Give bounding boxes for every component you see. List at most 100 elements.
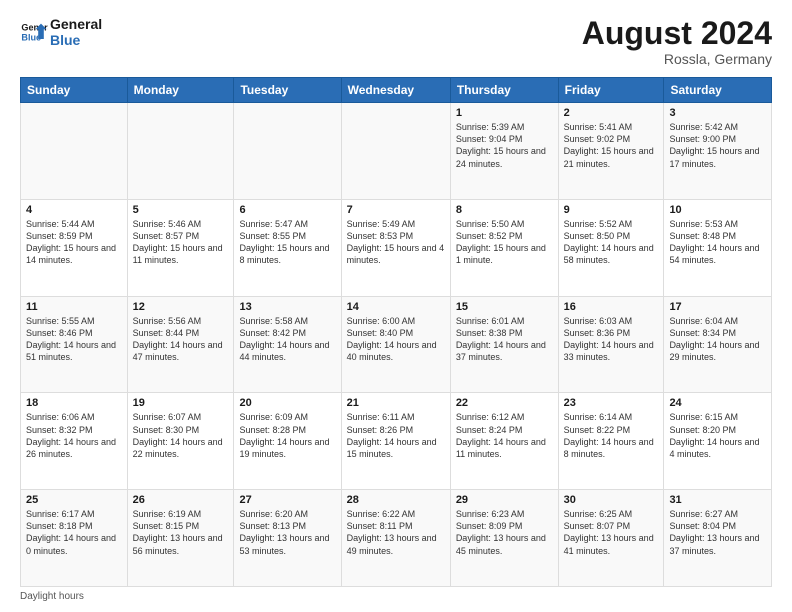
calendar-cell: 13 Sunrise: 5:58 AMSunset: 8:42 PMDayligh…: [234, 296, 341, 393]
day-info: Sunrise: 6:12 AMSunset: 8:24 PMDaylight:…: [456, 411, 553, 460]
logo: General Blue General Blue: [20, 16, 102, 48]
day-number: 4: [26, 204, 122, 216]
logo-text: General Blue: [50, 16, 102, 48]
calendar-cell: 1 Sunrise: 5:39 AMSunset: 9:04 PMDaylight…: [450, 103, 558, 200]
calendar-table: SundayMondayTuesdayWednesdayThursdayFrid…: [20, 77, 772, 587]
day-number: 21: [347, 397, 445, 409]
day-number: 7: [347, 204, 445, 216]
day-number: 6: [239, 204, 335, 216]
calendar-header-row: SundayMondayTuesdayWednesdayThursdayFrid…: [21, 78, 772, 103]
day-info: Sunrise: 5:46 AMSunset: 8:57 PMDaylight:…: [133, 218, 229, 267]
day-number: 1: [456, 107, 553, 119]
calendar: SundayMondayTuesdayWednesdayThursdayFrid…: [20, 77, 772, 587]
title-section: August 2024 Rossla, Germany: [582, 16, 772, 67]
calendar-cell: 20 Sunrise: 6:09 AMSunset: 8:28 PMDayligh…: [234, 393, 341, 490]
day-number: 29: [456, 494, 553, 506]
day-info: Sunrise: 6:03 AMSunset: 8:36 PMDaylight:…: [564, 315, 659, 364]
day-header: Tuesday: [234, 78, 341, 103]
day-info: Sunrise: 6:06 AMSunset: 8:32 PMDaylight:…: [26, 411, 122, 460]
location: Rossla, Germany: [582, 51, 772, 67]
calendar-cell: 27Sunrise: 6:20 AMSunset: 8:13 PMDayligh…: [234, 490, 341, 587]
day-number: 22: [456, 397, 553, 409]
day-number: 25: [26, 494, 122, 506]
day-info: Sunrise: 6:23 AMSunset: 8:09 PMDaylight:…: [456, 508, 553, 557]
day-header: Thursday: [450, 78, 558, 103]
day-number: 13: [239, 301, 335, 313]
day-info: Sunrise: 5:39 AMSunset: 9:04 PMDaylight:…: [456, 121, 553, 170]
day-header: Friday: [558, 78, 664, 103]
calendar-cell: 18 Sunrise: 6:06 AMSunset: 8:32 PMDayligh…: [21, 393, 128, 490]
day-info: Sunrise: 6:19 AMSunset: 8:15 PMDaylight:…: [133, 508, 229, 557]
svg-text:Blue: Blue: [21, 32, 41, 42]
day-info: Sunrise: 6:07 AMSunset: 8:30 PMDaylight:…: [133, 411, 229, 460]
day-info: Sunrise: 6:00 AMSunset: 8:40 PMDaylight:…: [347, 315, 445, 364]
day-info: Sunrise: 6:17 AMSunset: 8:18 PMDaylight:…: [26, 508, 122, 557]
day-info: Sunrise: 5:55 AMSunset: 8:46 PMDaylight:…: [26, 315, 122, 364]
calendar-cell: 29 Sunrise: 6:23 AMSunset: 8:09 PMDayligh…: [450, 490, 558, 587]
calendar-cell: 4 Sunrise: 5:44 AMSunset: 8:59 PMDaylight…: [21, 199, 128, 296]
calendar-cell: 10 Sunrise: 5:53 AMSunset: 8:48 PMDayligh…: [664, 199, 772, 296]
day-number: 20: [239, 397, 335, 409]
calendar-cell: 7Sunrise: 5:49 AMSunset: 8:53 PMDaylight…: [341, 199, 450, 296]
month-year: August 2024: [582, 16, 772, 51]
calendar-cell: 30 Sunrise: 6:25 AMSunset: 8:07 PMDayligh…: [558, 490, 664, 587]
calendar-cell: [234, 103, 341, 200]
day-header: Saturday: [664, 78, 772, 103]
day-info: Sunrise: 6:20 AMSunset: 8:13 PMDaylight:…: [239, 508, 335, 557]
day-info: Sunrise: 5:50 AMSunset: 8:52 PMDaylight:…: [456, 218, 553, 267]
day-number: 30: [564, 494, 659, 506]
calendar-cell: 31Sunrise: 6:27 AMSunset: 8:04 PMDayligh…: [664, 490, 772, 587]
day-info: Sunrise: 6:11 AMSunset: 8:26 PMDaylight:…: [347, 411, 445, 460]
calendar-cell: 15 Sunrise: 6:01 AMSunset: 8:38 PMDayligh…: [450, 296, 558, 393]
day-info: Sunrise: 6:09 AMSunset: 8:28 PMDaylight:…: [239, 411, 335, 460]
calendar-cell: [127, 103, 234, 200]
day-info: Sunrise: 6:22 AMSunset: 8:11 PMDaylight:…: [347, 508, 445, 557]
day-info: Sunrise: 6:01 AMSunset: 8:38 PMDaylight:…: [456, 315, 553, 364]
day-info: Sunrise: 5:41 AMSunset: 9:02 PMDaylight:…: [564, 121, 659, 170]
day-number: 19: [133, 397, 229, 409]
calendar-cell: 22 Sunrise: 6:12 AMSunset: 8:24 PMDayligh…: [450, 393, 558, 490]
day-number: 17: [669, 301, 766, 313]
calendar-cell: [341, 103, 450, 200]
page: General Blue General Blue August 2024 Ro…: [0, 0, 792, 612]
day-info: Sunrise: 5:47 AMSunset: 8:55 PMDaylight:…: [239, 218, 335, 267]
day-number: 24: [669, 397, 766, 409]
calendar-cell: 23 Sunrise: 6:14 AMSunset: 8:22 PMDayligh…: [558, 393, 664, 490]
calendar-week-row: 18 Sunrise: 6:06 AMSunset: 8:32 PMDayligh…: [21, 393, 772, 490]
day-number: 14: [347, 301, 445, 313]
day-header: Sunday: [21, 78, 128, 103]
day-number: 12: [133, 301, 229, 313]
day-info: Sunrise: 5:44 AMSunset: 8:59 PMDaylight:…: [26, 218, 122, 267]
calendar-cell: 6 Sunrise: 5:47 AMSunset: 8:55 PMDaylight…: [234, 199, 341, 296]
day-number: 2: [564, 107, 659, 119]
calendar-cell: 12 Sunrise: 5:56 AMSunset: 8:44 PMDayligh…: [127, 296, 234, 393]
calendar-cell: 25 Sunrise: 6:17 AMSunset: 8:18 PMDayligh…: [21, 490, 128, 587]
calendar-cell: 21 Sunrise: 6:11 AMSunset: 8:26 PMDayligh…: [341, 393, 450, 490]
day-number: 23: [564, 397, 659, 409]
calendar-cell: 8Sunrise: 5:50 AMSunset: 8:52 PMDaylight…: [450, 199, 558, 296]
calendar-cell: 17Sunrise: 6:04 AMSunset: 8:34 PMDayligh…: [664, 296, 772, 393]
footer-note: Daylight hours: [20, 591, 772, 602]
day-number: 16: [564, 301, 659, 313]
calendar-cell: 11Sunrise: 5:55 AMSunset: 8:46 PMDayligh…: [21, 296, 128, 393]
calendar-cell: 24 Sunrise: 6:15 AMSunset: 8:20 PMDayligh…: [664, 393, 772, 490]
day-info: Sunrise: 5:58 AMSunset: 8:42 PMDaylight:…: [239, 315, 335, 364]
day-number: 18: [26, 397, 122, 409]
day-number: 31: [669, 494, 766, 506]
day-info: Sunrise: 6:25 AMSunset: 8:07 PMDaylight:…: [564, 508, 659, 557]
day-number: 15: [456, 301, 553, 313]
calendar-week-row: 11Sunrise: 5:55 AMSunset: 8:46 PMDayligh…: [21, 296, 772, 393]
day-number: 5: [133, 204, 229, 216]
day-number: 28: [347, 494, 445, 506]
day-info: Sunrise: 6:14 AMSunset: 8:22 PMDaylight:…: [564, 411, 659, 460]
day-number: 9: [564, 204, 659, 216]
calendar-cell: 28 Sunrise: 6:22 AMSunset: 8:11 PMDayligh…: [341, 490, 450, 587]
day-number: 10: [669, 204, 766, 216]
day-info: Sunrise: 5:52 AMSunset: 8:50 PMDaylight:…: [564, 218, 659, 267]
calendar-cell: 3Sunrise: 5:42 AMSunset: 9:00 PMDaylight…: [664, 103, 772, 200]
logo-icon: General Blue: [20, 18, 48, 46]
calendar-cell: [21, 103, 128, 200]
day-info: Sunrise: 6:15 AMSunset: 8:20 PMDaylight:…: [669, 411, 766, 460]
day-info: Sunrise: 5:56 AMSunset: 8:44 PMDaylight:…: [133, 315, 229, 364]
day-info: Sunrise: 5:53 AMSunset: 8:48 PMDaylight:…: [669, 218, 766, 267]
